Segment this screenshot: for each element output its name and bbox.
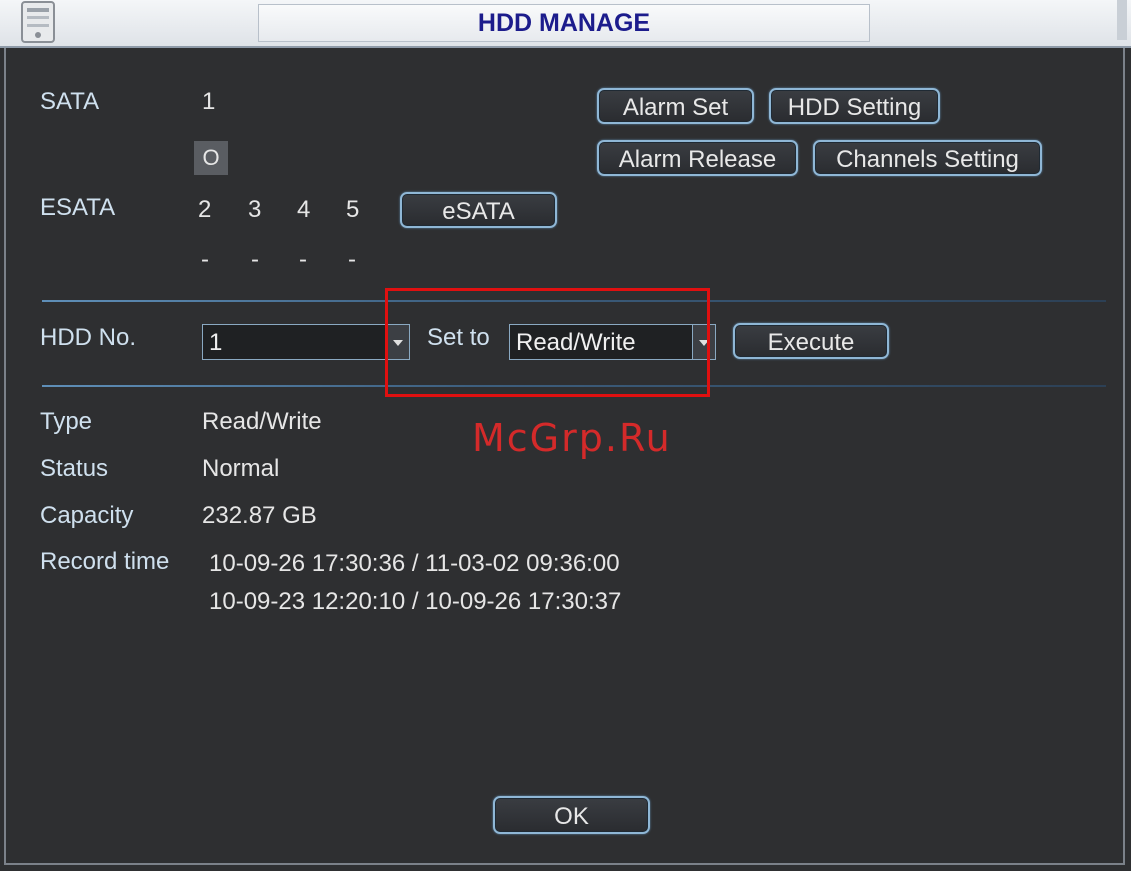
esata-button[interactable]: eSATA bbox=[400, 192, 557, 228]
sata-label: SATA bbox=[40, 88, 100, 115]
hdd-manage-window: HDD MANAGE SATA 1 O ESATA 2 3 4 5 - - - … bbox=[0, 0, 1131, 871]
channels-setting-button[interactable]: Channels Setting bbox=[813, 140, 1042, 176]
capacity-label: Capacity bbox=[40, 502, 134, 529]
window-title: HDD MANAGE bbox=[258, 4, 870, 42]
record-time-entry-2: 10-09-23 12:20:10 / 10-09-26 17:30:37 bbox=[209, 588, 622, 615]
status-value: Normal bbox=[202, 455, 280, 482]
record-time-label: Record time bbox=[40, 548, 170, 575]
sata-port-number: 1 bbox=[202, 88, 216, 115]
annotation-highlight-box bbox=[385, 288, 710, 397]
execute-button[interactable]: Execute bbox=[733, 323, 889, 359]
esata-state-3: - bbox=[251, 246, 259, 273]
hdd-setting-button[interactable]: HDD Setting bbox=[769, 88, 940, 124]
hdd-no-select[interactable]: 1 bbox=[202, 324, 410, 360]
esata-port-4: 4 bbox=[297, 196, 311, 223]
title-edge bbox=[1117, 0, 1127, 40]
esata-port-2: 2 bbox=[198, 196, 212, 223]
watermark-text: McGrp.Ru bbox=[472, 416, 672, 460]
hdd-icon bbox=[14, 0, 60, 44]
capacity-value: 232.87 GB bbox=[202, 502, 317, 529]
ok-button[interactable]: OK bbox=[493, 796, 650, 834]
sata-disk-indicator[interactable]: O bbox=[194, 141, 228, 175]
status-label: Status bbox=[40, 455, 109, 482]
esata-port-5: 5 bbox=[346, 196, 360, 223]
alarm-release-button[interactable]: Alarm Release bbox=[597, 140, 798, 176]
esata-port-3: 3 bbox=[248, 196, 262, 223]
type-label: Type bbox=[40, 408, 93, 435]
esata-state-4: - bbox=[299, 246, 307, 273]
title-bar: HDD MANAGE bbox=[0, 0, 1131, 48]
record-time-entry-1: 10-09-26 17:30:36 / 11-03-02 09:36:00 bbox=[209, 550, 620, 577]
hdd-no-value: 1 bbox=[209, 329, 223, 356]
alarm-set-button[interactable]: Alarm Set bbox=[597, 88, 754, 124]
type-value: Read/Write bbox=[202, 408, 322, 435]
esata-label: ESATA bbox=[40, 194, 116, 221]
esata-state-2: - bbox=[201, 246, 209, 273]
hdd-no-label: HDD No. bbox=[40, 324, 137, 351]
esata-state-5: - bbox=[348, 246, 356, 273]
